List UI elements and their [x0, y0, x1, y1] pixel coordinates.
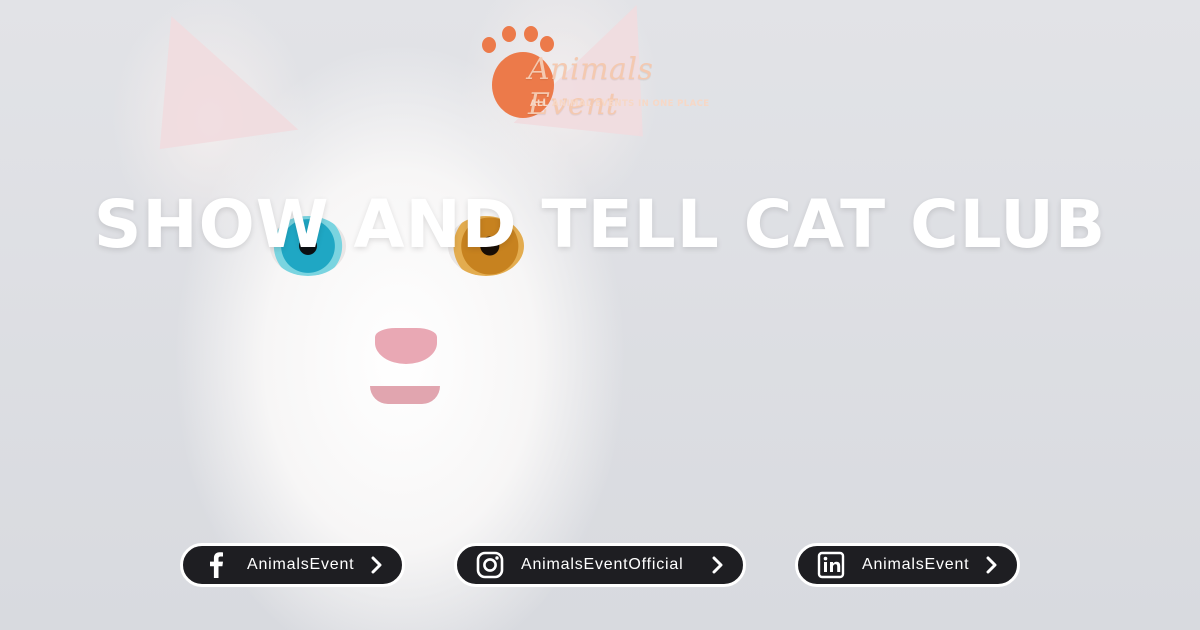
- cat-mouth: [370, 386, 440, 404]
- paw-toe: [540, 36, 554, 52]
- cat-nose: [375, 328, 437, 364]
- instagram-icon: [475, 550, 505, 580]
- linkedin-link-button[interactable]: AnimalsEvent: [795, 543, 1020, 587]
- facebook-link-button[interactable]: AnimalsEvent: [180, 543, 405, 587]
- cat-left-ear: [141, 0, 299, 150]
- linkedin-icon: [816, 550, 846, 580]
- chevron-right-icon: [981, 556, 1003, 574]
- linkedin-handle: AnimalsEvent: [862, 556, 970, 573]
- brand-name: Animals Event: [528, 52, 654, 122]
- page-title: SHOW AND TELL CAT CLUB: [93, 186, 1107, 263]
- instagram-handle: AnimalsEventOfficial: [521, 556, 684, 573]
- instagram-link-button[interactable]: AnimalsEventOfficial: [454, 543, 746, 587]
- brand-logo: Animals Event ALL ANIMAL EVENTS IN ONE P…: [480, 22, 720, 122]
- paw-toe: [482, 37, 496, 53]
- chevron-right-icon: [366, 556, 388, 574]
- paw-toe: [524, 26, 538, 42]
- facebook-icon: [201, 550, 231, 580]
- chevron-right-icon: [707, 556, 729, 574]
- paw-toe: [502, 26, 516, 42]
- brand-tagline: ALL ANIMAL EVENTS IN ONE PLACE: [530, 99, 710, 109]
- facebook-handle: AnimalsEvent: [247, 556, 355, 573]
